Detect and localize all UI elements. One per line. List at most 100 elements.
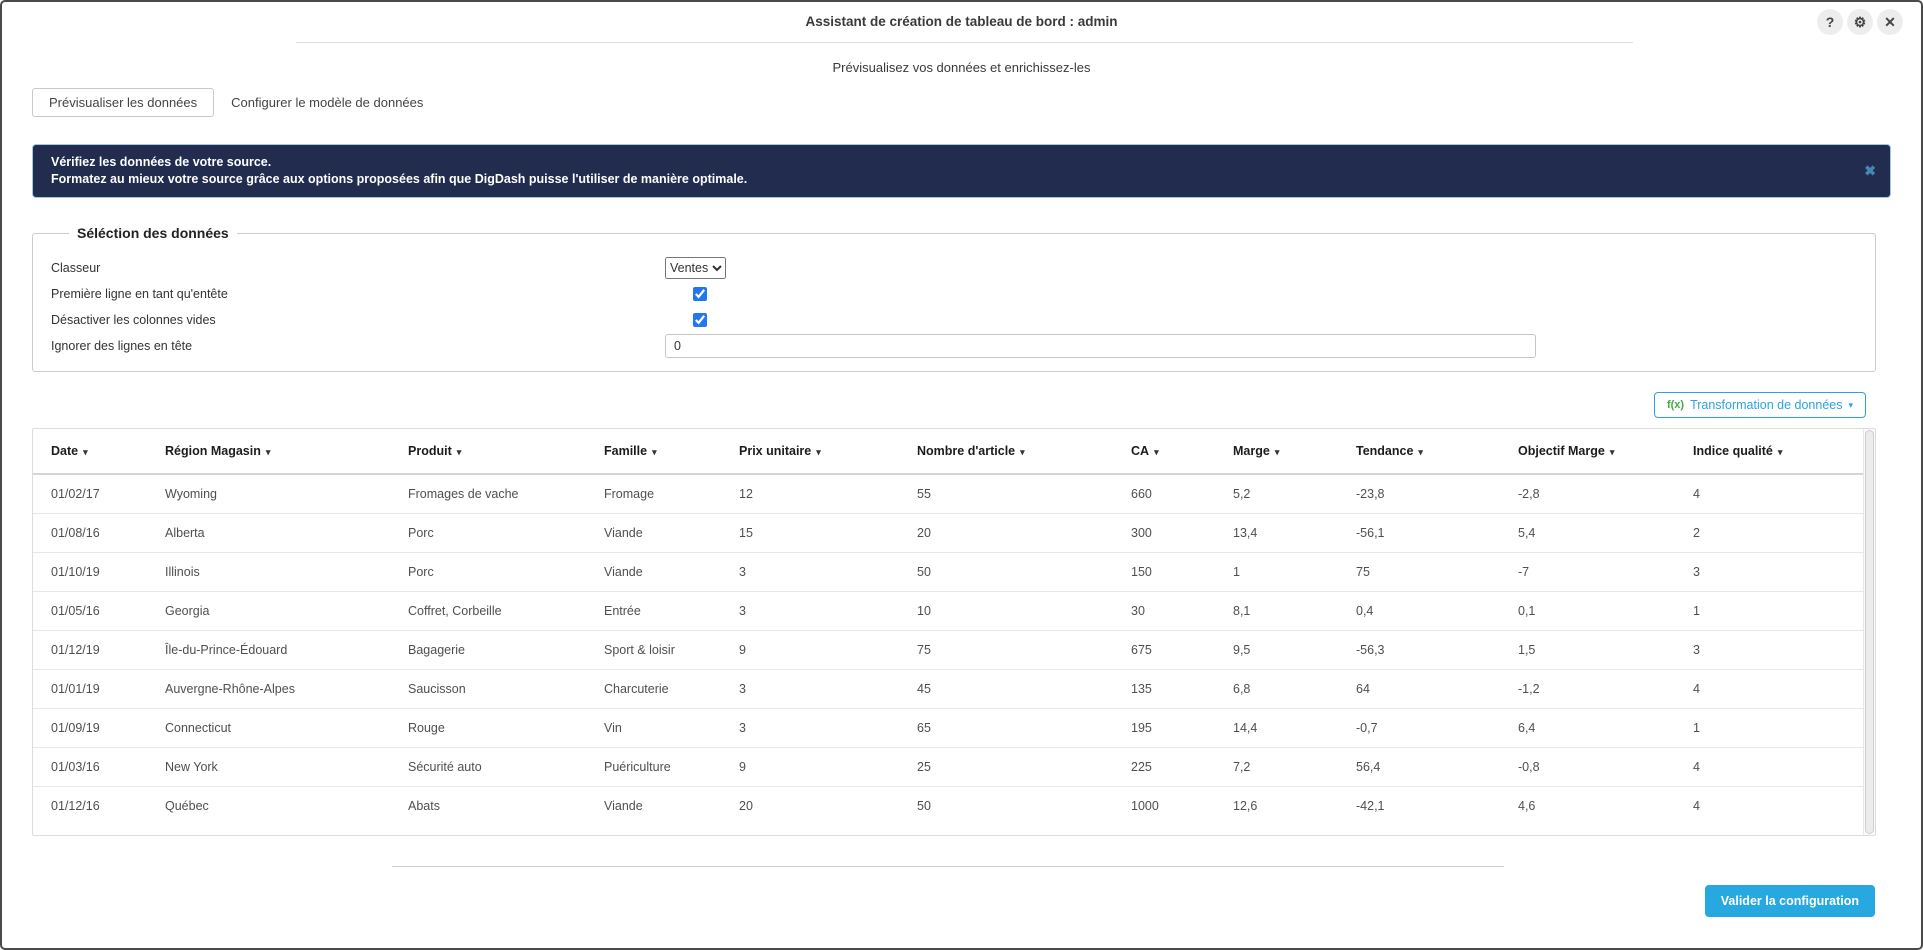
- column-header[interactable]: Produit▾: [390, 429, 586, 474]
- table-cell: 9: [721, 630, 899, 669]
- table-body: 01/02/17WyomingFromages de vacheFromage1…: [33, 474, 1863, 825]
- table-cell: 01/08/16: [33, 513, 147, 552]
- sort-caret-icon[interactable]: ▾: [816, 447, 821, 457]
- table-cell: 01/12/16: [33, 786, 147, 825]
- classeur-select[interactable]: Ventes: [665, 257, 726, 279]
- table-cell: 64: [1338, 669, 1500, 708]
- column-header[interactable]: Tendance▾: [1338, 429, 1500, 474]
- sort-caret-icon[interactable]: ▾: [1418, 447, 1423, 457]
- table-cell: 660: [1113, 474, 1215, 513]
- column-header[interactable]: Prix unitaire▾: [721, 429, 899, 474]
- column-header[interactable]: Date▾: [33, 429, 147, 474]
- sort-caret-icon[interactable]: ▾: [1275, 447, 1280, 457]
- table-cell: 4: [1675, 786, 1863, 825]
- table-cell: -23,8: [1338, 474, 1500, 513]
- table-row[interactable]: 01/08/16AlbertaPorcViande152030013,4-56,…: [33, 513, 1863, 552]
- ignorer-lignes-input[interactable]: [665, 334, 1536, 358]
- table-row[interactable]: 01/02/17WyomingFromages de vacheFromage1…: [33, 474, 1863, 513]
- sort-caret-icon[interactable]: ▾: [652, 447, 657, 457]
- data-transformation-button[interactable]: f(x) Transformation de données ▾: [1654, 392, 1866, 418]
- column-header[interactable]: Nombre d'article▾: [899, 429, 1113, 474]
- table-cell: 3: [1675, 630, 1863, 669]
- table-row[interactable]: 01/12/16QuébecAbatsViande2050100012,6-42…: [33, 786, 1863, 825]
- sort-caret-icon[interactable]: ▾: [266, 447, 271, 457]
- table-row[interactable]: 01/01/19Auvergne-Rhône-AlpesSaucissonCha…: [33, 669, 1863, 708]
- sort-caret-icon[interactable]: ▾: [1020, 447, 1025, 457]
- column-header-label: Marge: [1233, 444, 1270, 458]
- premiere-ligne-checkbox[interactable]: [693, 287, 707, 301]
- table-cell: 150: [1113, 552, 1215, 591]
- table-cell: 7,2: [1215, 747, 1338, 786]
- table-cell: 56,4: [1338, 747, 1500, 786]
- table-row[interactable]: 01/10/19IllinoisPorcViande350150175-73: [33, 552, 1863, 591]
- field-row-classeur: Classeur Ventes: [51, 255, 1857, 280]
- table-cell: 3: [721, 708, 899, 747]
- column-header[interactable]: Objectif Marge▾: [1500, 429, 1675, 474]
- column-header[interactable]: CA▾: [1113, 429, 1215, 474]
- table-row[interactable]: 01/12/19Île-du-Prince-ÉdouardBagagerieSp…: [33, 630, 1863, 669]
- table-cell: Porc: [390, 513, 586, 552]
- table-cell: 4: [1675, 669, 1863, 708]
- dashboard-wizard-dialog: Assistant de création de tableau de bord…: [0, 0, 1923, 950]
- table-cell: Charcuterie: [586, 669, 721, 708]
- tab-previsualiser-les-donnees[interactable]: Prévisualiser les données: [32, 88, 214, 117]
- column-header[interactable]: Région Magasin▾: [147, 429, 390, 474]
- table-cell: Georgia: [147, 591, 390, 630]
- column-header[interactable]: Indice qualité ▾: [1675, 429, 1863, 474]
- close-icon[interactable]: ✕: [1877, 9, 1903, 35]
- banner-close-icon[interactable]: ✖: [1864, 163, 1876, 180]
- table-cell: 675: [1113, 630, 1215, 669]
- help-icon[interactable]: ?: [1817, 9, 1843, 35]
- table-cell: 1: [1675, 708, 1863, 747]
- table-cell: -0,8: [1500, 747, 1675, 786]
- data-transformation-label: Transformation de données: [1690, 398, 1842, 412]
- table-cell: 135: [1113, 669, 1215, 708]
- table-cell: Abats: [390, 786, 586, 825]
- column-header-label: Indice qualité: [1693, 444, 1773, 458]
- tab-configurer-le-modele[interactable]: Configurer le modèle de données: [214, 88, 440, 117]
- banner-line-2: Formatez au mieux votre source grâce aux…: [51, 171, 1846, 188]
- table-cell: 12: [721, 474, 899, 513]
- table-scrollbar-thumb[interactable]: [1865, 430, 1874, 834]
- data-selection-fieldset: Séléction des données Classeur Ventes Pr…: [32, 225, 1876, 372]
- table-cell: 01/10/19: [33, 552, 147, 591]
- table-cell: Vin: [586, 708, 721, 747]
- table-cell: 1000: [1113, 786, 1215, 825]
- sort-caret-icon[interactable]: ▾: [1154, 447, 1159, 457]
- table-cell: 3: [1675, 552, 1863, 591]
- sort-caret-icon[interactable]: ▾: [83, 447, 88, 457]
- table-cell: Sécurité auto: [390, 747, 586, 786]
- colonnes-vides-checkbox[interactable]: [693, 313, 707, 327]
- table-cell: Illinois: [147, 552, 390, 591]
- table-cell: -56,1: [1338, 513, 1500, 552]
- table-cell: 9,5: [1215, 630, 1338, 669]
- table-cell: 50: [899, 786, 1113, 825]
- table-cell: 4: [1675, 474, 1863, 513]
- table-cell: 50: [899, 552, 1113, 591]
- table-cell: 20: [721, 786, 899, 825]
- gear-icon[interactable]: ⚙: [1847, 9, 1873, 35]
- banner-line-1: Vérifiez les données de votre source.: [51, 154, 1846, 171]
- table-cell: 4: [1675, 747, 1863, 786]
- premiere-ligne-label: Première ligne en tant qu'entête: [51, 287, 665, 301]
- validate-configuration-button[interactable]: Valider la configuration: [1705, 885, 1875, 917]
- table-cell: Rouge: [390, 708, 586, 747]
- table-cell: 01/09/19: [33, 708, 147, 747]
- table-header-row: Date▾Région Magasin▾Produit▾Famille▾Prix…: [33, 429, 1863, 474]
- table-row[interactable]: 01/03/16New YorkSécurité autoPuéricultur…: [33, 747, 1863, 786]
- sort-caret-icon[interactable]: ▾: [457, 447, 462, 457]
- table-scrollbar-track[interactable]: [1863, 429, 1875, 835]
- colonnes-vides-label: Désactiver les colonnes vides: [51, 313, 665, 327]
- sort-caret-icon[interactable]: ▾: [1778, 447, 1783, 457]
- table-cell: New York: [147, 747, 390, 786]
- table-cell: 1,5: [1500, 630, 1675, 669]
- table-row[interactable]: 01/05/16GeorgiaCoffret, CorbeilleEntrée3…: [33, 591, 1863, 630]
- table-cell: 75: [1338, 552, 1500, 591]
- column-header[interactable]: Famille▾: [586, 429, 721, 474]
- table-row[interactable]: 01/09/19ConnecticutRougeVin36519514,4-0,…: [33, 708, 1863, 747]
- transform-row: f(x) Transformation de données ▾: [2, 392, 1866, 418]
- column-header[interactable]: Marge ▾: [1215, 429, 1338, 474]
- sort-caret-icon[interactable]: ▾: [1610, 447, 1615, 457]
- data-selection-legend: Séléction des données: [69, 225, 237, 241]
- titlebar: Assistant de création de tableau de bord…: [2, 2, 1921, 42]
